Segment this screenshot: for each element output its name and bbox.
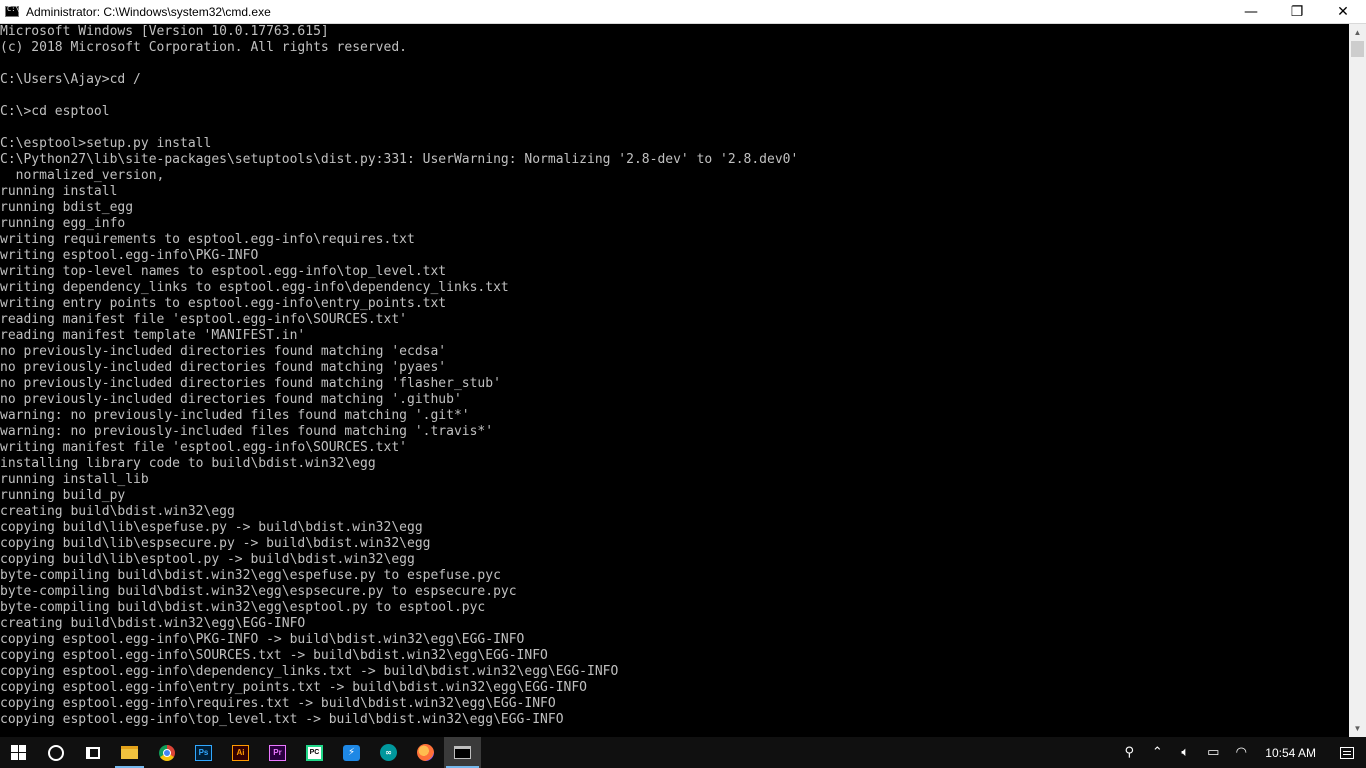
console-line: creating build\bdist.win32\egg\EGG-INFO [0,616,306,631]
taskbar-app-pycharm[interactable]: PC [296,737,333,768]
clock[interactable]: 10:54 AM [1255,746,1328,760]
taskbar: Ps Ai Pr PC ⚡ ∞ ⚲ ⌃ 🔈︎ ▭ ◠ 10:54 AM [0,737,1366,768]
console-line: byte-compiling build\bdist.win32\egg\esp… [0,600,486,615]
volume-icon[interactable]: 🔈︎ [1171,737,1199,768]
system-tray: ⚲ ⌃ 🔈︎ ▭ ◠ 10:54 AM [1115,737,1366,768]
notification-icon[interactable] [1340,746,1354,759]
start-button[interactable] [0,737,37,768]
cortana-button[interactable] [37,737,74,768]
console-line: no previously-included directories found… [0,344,447,359]
console-line: running bdist_egg [0,200,134,215]
cortana-icon [47,744,64,761]
title-bar[interactable]: Administrator: C:\Windows\system32\cmd.e… [0,0,1366,24]
console-output[interactable]: Microsoft Windows [Version 10.0.17763.61… [0,24,1349,737]
console-line: warning: no previously-included files fo… [0,424,494,439]
console-line: copying build\lib\espefuse.py -> build\b… [0,520,423,535]
people-icon[interactable]: ⚲ [1115,737,1143,768]
console-line: copying esptool.egg-info\PKG-INFO -> bui… [0,632,525,647]
battery-icon[interactable]: ▭ [1199,737,1227,768]
console-line: copying esptool.egg-info\SOURCES.txt -> … [0,648,548,663]
restore-button[interactable]: ❐ [1274,0,1320,23]
console-line: writing manifest file 'esptool.egg-info\… [0,440,407,455]
scroll-down-icon[interactable]: ▼ [1349,720,1366,737]
arduino-icon: ∞ [380,744,397,761]
window-title: Administrator: C:\Windows\system32\cmd.e… [26,4,271,19]
console-line: no previously-included directories found… [0,392,462,407]
console-line: C:\Python27\lib\site-packages\setuptools… [0,152,799,167]
taskbar-app-file-explorer[interactable] [111,737,148,768]
console-line: C:\esptool>setup.py install [0,136,212,151]
console-line: (c) 2018 Microsoft Corporation. All righ… [0,40,407,55]
pycharm-icon: PC [306,744,323,761]
console-line: copying build\lib\esptool.py -> build\bd… [0,552,415,567]
close-button[interactable]: ✕ [1320,0,1366,23]
console-line: running egg_info [0,216,126,231]
console-line: C:\>cd esptool [0,104,110,119]
console-line: writing top-level names to esptool.egg-i… [0,264,447,279]
wifi-icon[interactable]: ◠ [1227,737,1255,768]
chrome-icon [158,744,175,761]
cmd-icon [454,746,471,759]
console-line: writing requirements to esptool.egg-info… [0,232,415,247]
vertical-scrollbar[interactable]: ▲ ▼ [1349,24,1366,737]
messenger-icon: ⚡ [343,744,360,761]
console-line: creating build\bdist.win32\egg [0,504,235,519]
console-line: writing esptool.egg-info\PKG-INFO [0,248,259,263]
console-line: installing library code to build\bdist.w… [0,456,376,471]
console-line: running install [0,184,118,199]
console-line: Microsoft Windows [Version 10.0.17763.61… [0,24,329,39]
console-line: reading manifest file 'esptool.egg-info\… [0,312,407,327]
console-line: byte-compiling build\bdist.win32\egg\esp… [0,568,501,583]
cmd-icon [5,5,20,17]
scroll-up-icon[interactable]: ▲ [1349,24,1366,41]
console-line: copying esptool.egg-info\top_level.txt -… [0,712,564,727]
task-view-button[interactable] [74,737,111,768]
taskbar-app-firefox[interactable] [407,737,444,768]
minimize-button[interactable]: — [1228,0,1274,23]
scroll-thumb[interactable] [1351,41,1364,57]
console-line: copying build\lib\espsecure.py -> build\… [0,536,431,551]
folder-icon [121,746,138,759]
console-line: reading manifest template 'MANIFEST.in' [0,328,306,343]
console-line: no previously-included directories found… [0,360,447,375]
firefox-icon [417,744,434,761]
console-line: writing entry points to esptool.egg-info… [0,296,447,311]
taskbar-app-messenger[interactable]: ⚡ [333,737,370,768]
windows-logo-icon [11,745,26,760]
console-line: warning: no previously-included files fo… [0,408,470,423]
console-line: C:\Users\Ajay>cd / [0,72,141,87]
premiere-icon: Pr [269,744,286,761]
photoshop-icon: Ps [195,744,212,761]
console-line: no previously-included directories found… [0,376,501,391]
window-controls: — ❐ ✕ [1228,0,1366,23]
console-line: running install_lib [0,472,149,487]
console-line: copying esptool.egg-info\entry_points.tx… [0,680,587,695]
console-line: copying esptool.egg-info\requires.txt ->… [0,696,556,711]
taskbar-app-arduino[interactable]: ∞ [370,737,407,768]
console-line: copying esptool.egg-info\dependency_link… [0,664,619,679]
taskbar-app-premiere[interactable]: Pr [259,737,296,768]
illustrator-icon: Ai [232,744,249,761]
console-line: byte-compiling build\bdist.win32\egg\esp… [0,584,517,599]
taskbar-app-illustrator[interactable]: Ai [222,737,259,768]
taskbar-app-photoshop[interactable]: Ps [185,737,222,768]
taskbar-app-chrome[interactable] [148,737,185,768]
console-line: normalized_version, [0,168,165,183]
chevron-up-icon[interactable]: ⌃ [1143,737,1171,768]
task-view-icon [85,746,100,759]
console-line: writing dependency_links to esptool.egg-… [0,280,509,295]
taskbar-app-cmd[interactable] [444,737,481,768]
console-line: running build_py [0,488,126,503]
